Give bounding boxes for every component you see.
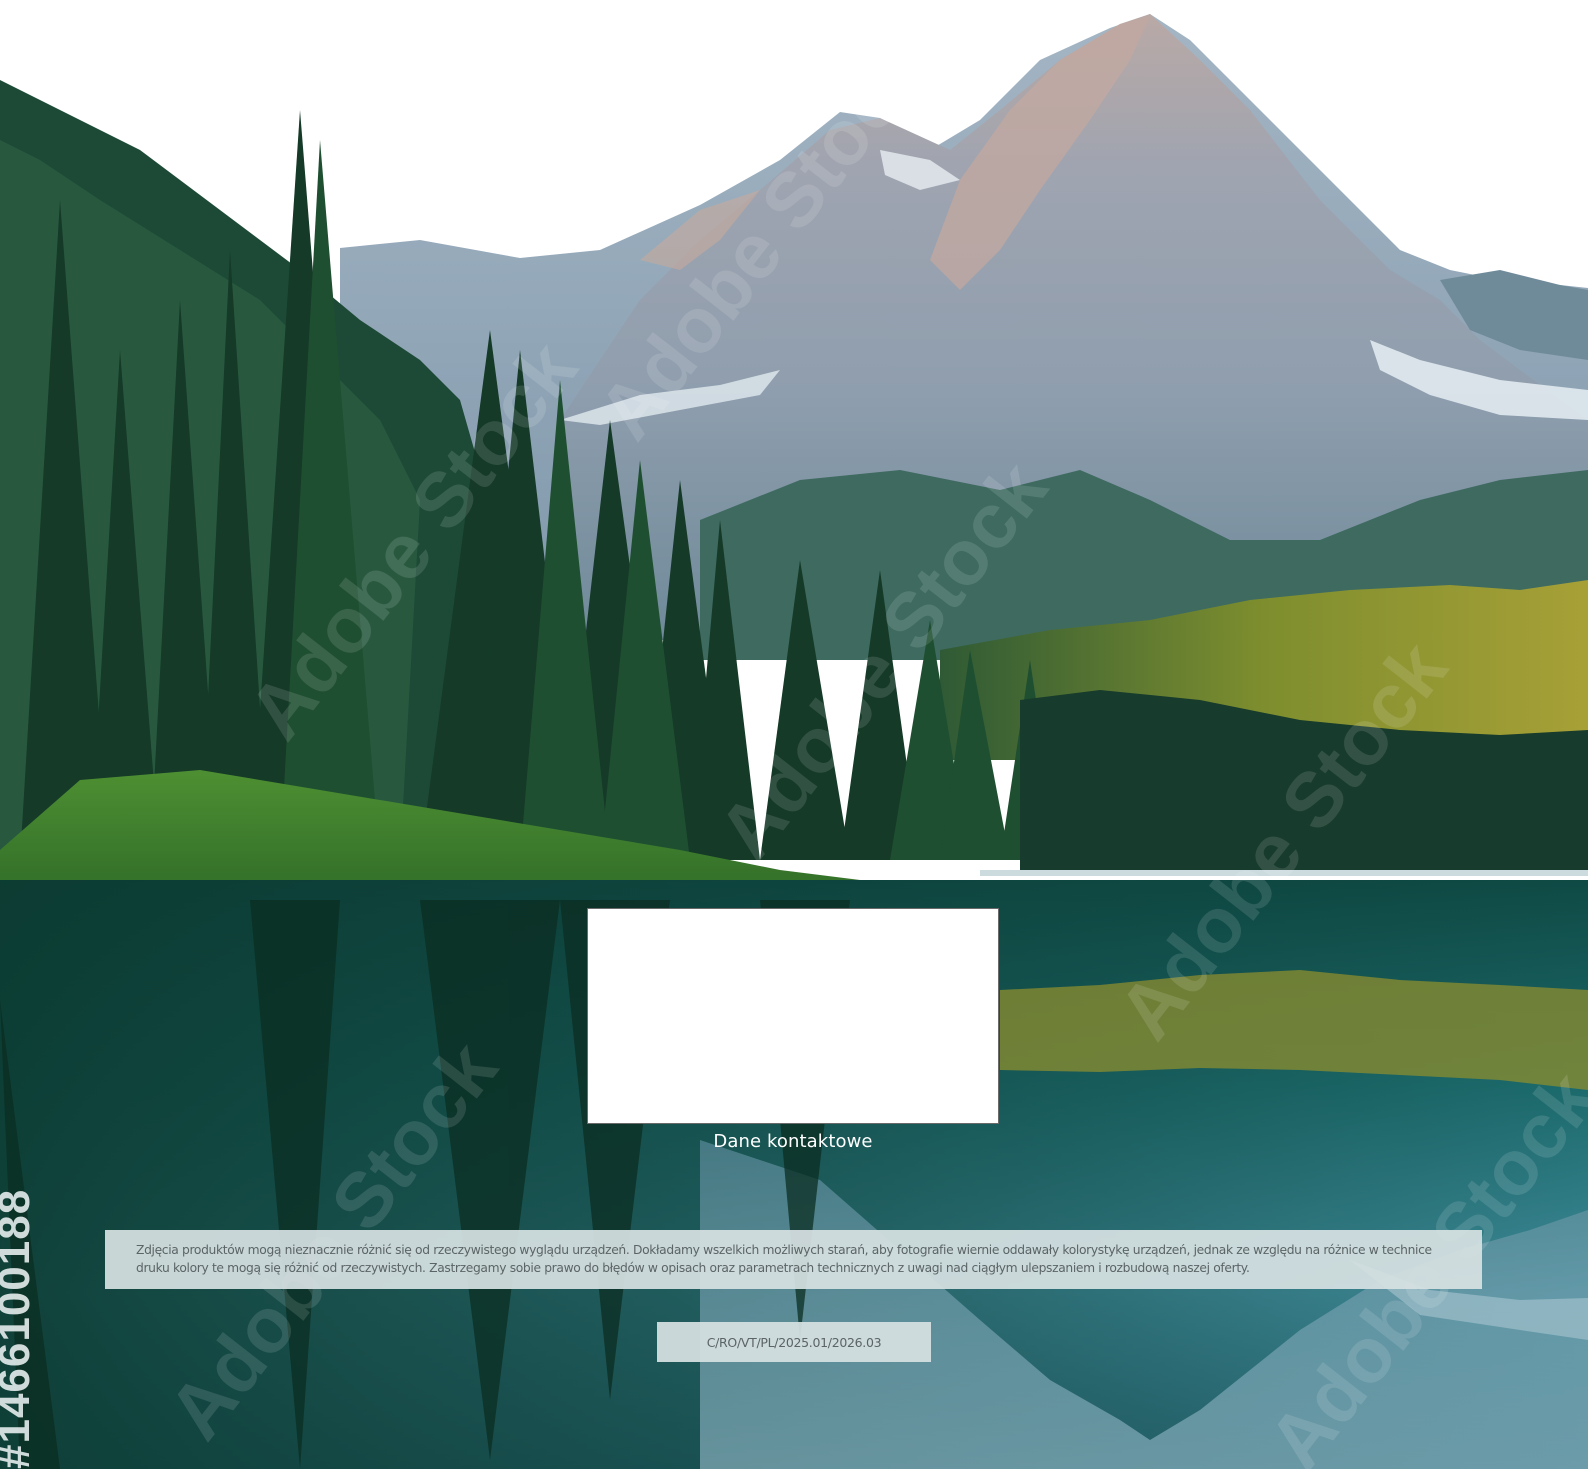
disclaimer-text: Zdjęcia produktów mogą nieznacznie różni… <box>105 1230 1482 1289</box>
document-code: C/RO/VT/PL/2025.01/2026.03 <box>657 1322 931 1362</box>
brochure-page: Adobe Stock Adobe Stock Adobe Stock Adob… <box>0 0 1588 1469</box>
contact-box <box>587 908 999 1124</box>
image-id-mark: #1466100188 <box>0 1188 39 1469</box>
contact-label: Dane kontaktowe <box>713 1131 873 1152</box>
